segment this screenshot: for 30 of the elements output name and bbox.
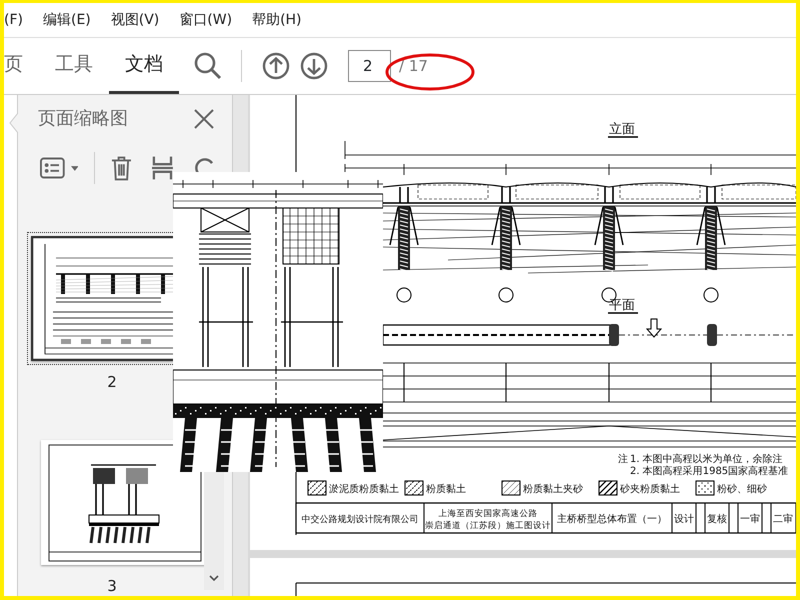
page-number-field[interactable]: 2 <box>348 50 391 82</box>
project-name: 崇启通道（江苏段）施工图设计 <box>425 521 551 531</box>
menu-item[interactable]: 窗口(W) <box>169 10 242 30</box>
title-block-label: 一审 <box>740 514 760 525</box>
menu-item[interactable]: (F) <box>4 10 33 30</box>
page-total: / 17 <box>399 56 428 77</box>
title-block-label: 设计 <box>674 514 694 525</box>
toolbar-tab[interactable]: 页 <box>4 38 39 94</box>
note-text: 2. 本图高程采用1985国家高程基准 <box>630 466 788 477</box>
view-title: 平面 <box>609 298 635 313</box>
menu-item[interactable]: 帮助(H) <box>242 10 312 30</box>
legend-label: 淤泥质粉质黏土 <box>329 484 399 495</box>
legend-label: 粉砂、细砂 <box>717 484 767 495</box>
title-block-label: 二审 <box>773 514 793 525</box>
menu-item[interactable]: 编辑(E) <box>32 10 101 30</box>
menu-item[interactable]: 视图(V) <box>100 10 170 30</box>
project-name: 上海至西安国家高速公路 <box>438 509 538 519</box>
legend-label: 粉质黏土夹砂 <box>523 484 583 495</box>
title-block-label: 复核 <box>707 514 727 525</box>
notes-heading: 注 <box>618 454 628 465</box>
page-number-label: 2 <box>106 372 118 393</box>
note-text: 1. 本图中高程以米为单位，余除注 <box>630 454 783 465</box>
toolbar-tab[interactable]: 工具 <box>39 38 109 94</box>
drawing-title: 主桥桥型总体布置（一） <box>557 514 667 525</box>
company-name: 中交公路规划设计院有限公司 <box>302 515 418 525</box>
view-title: 立面 <box>609 122 635 137</box>
legend-label: 粉质黏土 <box>426 484 466 495</box>
page-number-label: 3 <box>106 576 118 596</box>
panel-title: 页面缩略图 <box>38 107 128 131</box>
legend-label: 砂夹粉质黏土 <box>620 484 680 495</box>
